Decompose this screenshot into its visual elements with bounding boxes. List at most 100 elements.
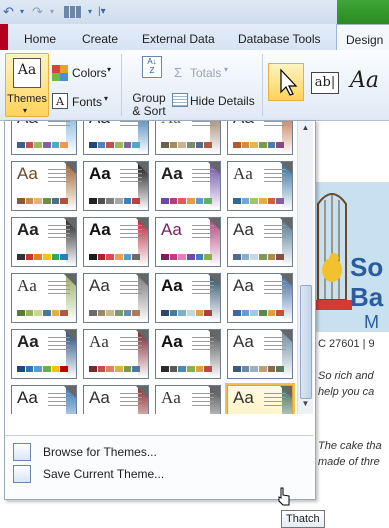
tab-design[interactable]: Design	[336, 24, 389, 51]
theme-sample-lines	[264, 121, 286, 127]
theme-sample-text: Aa	[161, 121, 181, 128]
theme-thumbnail[interactable]: Aa	[227, 329, 293, 379]
page-fold-icon	[64, 330, 76, 342]
colors-dropdown-icon[interactable]: ▾	[107, 65, 111, 74]
theme-thumbnail[interactable]: Aa	[11, 161, 77, 211]
theme-thumbnail[interactable]: Aa	[227, 273, 293, 323]
theme-sample-text: Aa	[17, 164, 38, 183]
themes-button[interactable]: Aa Themes ▾	[5, 53, 49, 117]
theme-thumbnail[interactable]: Aa	[227, 121, 293, 155]
hide-details-button[interactable]: Hide Details	[190, 94, 255, 108]
theme-thumbnail[interactable]: Aa	[11, 121, 77, 155]
tab-create[interactable]: Create	[82, 24, 118, 50]
tab-database-tools[interactable]: Database Tools	[238, 24, 321, 50]
view-dropdown-icon[interactable]: ▾	[88, 4, 92, 20]
colors-icon	[52, 65, 68, 81]
body-text: made of thre	[318, 456, 380, 468]
file-tab-edge[interactable]	[0, 24, 8, 50]
fonts-icon: A	[52, 93, 68, 109]
theme-thumbnail[interactable]: Aa	[11, 217, 77, 267]
body-text: The cake tha	[318, 440, 382, 452]
theme-thumbnail[interactable]: Aa	[155, 329, 221, 379]
report-banner: So Ba M	[312, 182, 389, 332]
theme-thumbnail[interactable]: Aa	[11, 385, 77, 414]
theme-color-swatches	[233, 198, 285, 204]
gallery-scrollbar[interactable]: ▲ ▼	[297, 121, 313, 414]
theme-thumbnail[interactable]: Aa	[227, 161, 293, 211]
theme-color-swatches	[233, 310, 285, 316]
theme-thumbnail[interactable]: Aa	[227, 217, 293, 267]
browse-themes-icon	[13, 443, 31, 461]
theme-thumbnail[interactable]: Aa	[155, 161, 221, 211]
theme-sample-text: Aa	[161, 220, 182, 239]
label-control-button[interactable]: Aa	[350, 68, 379, 93]
theme-color-swatches	[161, 254, 213, 260]
tab-home[interactable]: Home	[24, 24, 56, 50]
quick-access-toolbar: ↶ ▾ ↷ ▾ ▾ |▾	[0, 0, 389, 25]
view-icon[interactable]	[64, 6, 82, 18]
ribbon: Aa Themes ▾ Colors ▾ A Fonts ▾ A↓ Z Group…	[0, 50, 389, 121]
theme-thumbnail[interactable]: Aa	[155, 217, 221, 267]
theme-thumbnail[interactable]: Aa	[83, 273, 149, 323]
browse-themes-item[interactable]: Browse for Themes...	[11, 442, 307, 462]
theme-color-swatches	[89, 142, 141, 148]
page-fold-icon	[208, 274, 220, 286]
text-box-control-button[interactable]: ab|	[311, 72, 339, 94]
ribbon-tabs: Home Create External Data Database Tools…	[0, 24, 389, 51]
theme-sample-text: Aa	[233, 332, 254, 351]
theme-color-swatches	[17, 310, 69, 316]
page-fold-icon	[208, 162, 220, 174]
page-fold-icon	[280, 218, 292, 230]
fonts-button[interactable]: Fonts	[72, 95, 102, 109]
page-fold-icon	[208, 386, 220, 398]
totals-button[interactable]: Totals	[190, 66, 221, 80]
theme-sample-text: Aa	[89, 164, 111, 183]
address-text: C 27601 | 9	[318, 338, 375, 350]
customize-toolbar-icon[interactable]: |▾	[98, 4, 106, 20]
page-fold-icon	[64, 386, 76, 398]
redo-icon[interactable]: ↷	[32, 4, 43, 20]
theme-thumbnail[interactable]: Aa	[11, 273, 77, 323]
theme-sample-text: Aa	[17, 121, 38, 128]
theme-thumbnail[interactable]: Aa	[83, 121, 149, 155]
theme-color-swatches	[89, 254, 141, 260]
group-divider	[262, 54, 263, 116]
theme-thumbnail[interactable]: Aa	[83, 329, 149, 379]
scrollbar-thumb[interactable]	[300, 285, 312, 399]
group-sort-button[interactable]: Group & Sort	[131, 92, 167, 118]
theme-color-swatches	[233, 366, 285, 372]
save-theme-item[interactable]: Save Current Theme...	[11, 464, 307, 484]
select-pointer-button[interactable]	[268, 63, 304, 101]
totals-dropdown-icon[interactable]: ▾	[224, 65, 228, 74]
fonts-dropdown-icon[interactable]: ▾	[104, 94, 108, 103]
page-fold-icon	[280, 330, 292, 342]
theme-thumbnail[interactable]: Aa	[155, 121, 221, 155]
page-fold-icon	[136, 274, 148, 286]
theme-thumbnail[interactable]: Aa	[11, 329, 77, 379]
theme-color-swatches	[233, 254, 285, 260]
page-fold-icon	[64, 218, 76, 230]
theme-thumbnail[interactable]: Aa	[83, 217, 149, 267]
tab-external-data[interactable]: External Data	[142, 24, 215, 50]
scroll-down-icon[interactable]: ▼	[298, 397, 313, 411]
undo-icon[interactable]: ↶	[3, 4, 14, 20]
theme-thumbnail[interactable]: Aa	[155, 385, 221, 414]
theme-color-swatches	[161, 366, 213, 372]
theme-thumbnail[interactable]: Aa	[83, 161, 149, 211]
theme-sample-text: Aa	[17, 220, 39, 239]
theme-thumbnail[interactable]: Aa	[225, 383, 295, 414]
colors-button[interactable]: Colors	[72, 66, 107, 80]
hand-cursor-icon	[278, 487, 290, 506]
theme-sample-text: Aa	[161, 164, 183, 183]
theme-color-swatches	[161, 310, 213, 316]
themes-icon: Aa	[13, 58, 41, 88]
undo-dropdown-icon[interactable]: ▾	[20, 4, 24, 20]
pointer-icon	[280, 68, 298, 96]
theme-color-swatches	[161, 198, 213, 204]
redo-dropdown-icon[interactable]: ▾	[50, 4, 54, 20]
theme-thumbnail[interactable]: Aa	[155, 273, 221, 323]
scroll-up-icon[interactable]: ▲	[298, 121, 313, 135]
theme-thumbnail[interactable]: Aa	[83, 385, 149, 414]
theme-color-swatches	[161, 142, 213, 148]
theme-sample-text: Aa	[233, 220, 254, 239]
